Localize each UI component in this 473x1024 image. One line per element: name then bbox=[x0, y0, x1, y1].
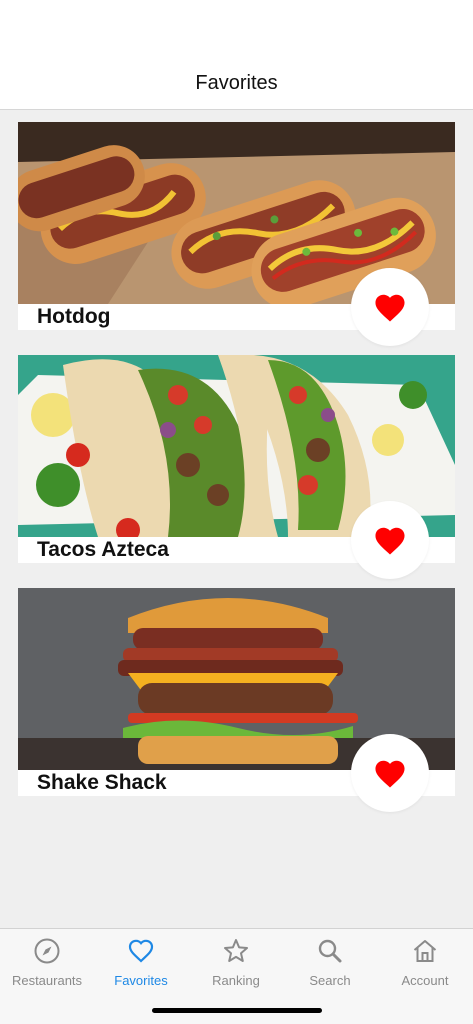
tab-favorites[interactable]: Favorites bbox=[94, 937, 188, 997]
heart-icon bbox=[128, 939, 154, 963]
nav-header: Favorites bbox=[0, 0, 473, 110]
tab-label: Search bbox=[309, 973, 351, 988]
compass-icon bbox=[34, 938, 60, 964]
tab-restaurants[interactable]: Restaurants bbox=[0, 937, 94, 997]
page-title: Favorites bbox=[195, 72, 278, 94]
restaurant-name: Hotdog bbox=[37, 305, 111, 328]
tab-label: Ranking bbox=[212, 973, 260, 988]
tab-label: Account bbox=[401, 973, 449, 988]
favorite-toggle-button[interactable] bbox=[351, 501, 429, 579]
heart-filled-icon bbox=[375, 527, 405, 555]
heart-filled-icon bbox=[375, 294, 405, 322]
home-indicator bbox=[152, 1008, 322, 1013]
favorite-card-tacos-azteca[interactable]: Tacos Azteca bbox=[18, 355, 455, 579]
favorite-toggle-button[interactable] bbox=[351, 734, 429, 812]
tab-ranking[interactable]: Ranking bbox=[189, 937, 283, 997]
favorite-card-shake-shack[interactable]: Shake Shack bbox=[18, 588, 455, 812]
restaurant-name: Tacos Azteca bbox=[37, 538, 169, 561]
tab-label: Restaurants bbox=[11, 973, 83, 988]
favorite-card-hotdog[interactable]: Hotdog bbox=[18, 122, 455, 346]
tab-label: Favorites bbox=[114, 973, 168, 988]
home-icon bbox=[413, 940, 437, 962]
heart-filled-icon bbox=[375, 760, 405, 788]
favorite-toggle-button[interactable] bbox=[351, 268, 429, 346]
star-icon bbox=[224, 939, 248, 962]
tab-account[interactable]: Account bbox=[378, 937, 472, 997]
search-icon bbox=[318, 939, 342, 963]
restaurant-name: Shake Shack bbox=[37, 771, 167, 794]
tab-search[interactable]: Search bbox=[283, 937, 377, 997]
